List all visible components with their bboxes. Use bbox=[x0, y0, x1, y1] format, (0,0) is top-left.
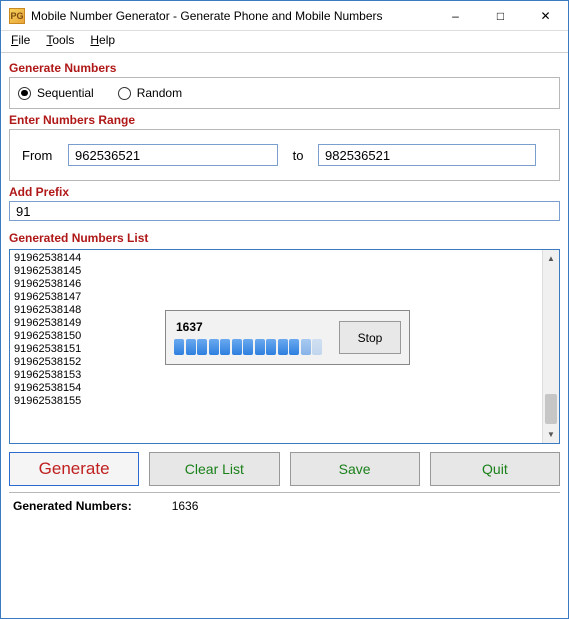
stop-button[interactable]: Stop bbox=[339, 321, 401, 354]
scroll-up-icon[interactable]: ▲ bbox=[543, 250, 559, 267]
section-list-title: Generated Numbers List bbox=[9, 227, 560, 247]
status-row: Generated Numbers: 1636 bbox=[9, 492, 560, 517]
radio-sequential-label: Sequential bbox=[37, 86, 94, 100]
window-controls: – □ ✕ bbox=[433, 1, 568, 30]
radio-row: Sequential Random bbox=[18, 86, 551, 100]
app-icon: PG bbox=[9, 8, 25, 24]
section-generate-title: Generate Numbers bbox=[9, 57, 560, 77]
status-label: Generated Numbers: bbox=[13, 499, 132, 513]
range-panel: From to bbox=[9, 129, 560, 181]
scrollbar[interactable]: ▲ ▼ bbox=[542, 250, 559, 443]
prefix-input[interactable] bbox=[9, 201, 560, 221]
window-title: Mobile Number Generator - Generate Phone… bbox=[31, 9, 433, 23]
progress-dialog: 1637 Stop bbox=[165, 310, 410, 365]
menu-tools[interactable]: Tools bbox=[46, 33, 74, 52]
section-prefix-title: Add Prefix bbox=[9, 181, 560, 201]
titlebar: PG Mobile Number Generator - Generate Ph… bbox=[1, 1, 568, 31]
progress-count: 1637 bbox=[176, 320, 331, 334]
from-label: From bbox=[22, 148, 58, 163]
save-button[interactable]: Save bbox=[290, 452, 420, 486]
radio-sequential[interactable]: Sequential bbox=[18, 86, 94, 100]
from-input[interactable] bbox=[68, 144, 278, 166]
menu-help[interactable]: Help bbox=[90, 33, 115, 52]
generate-panel: Sequential Random bbox=[9, 77, 560, 109]
to-label: to bbox=[288, 148, 308, 163]
scroll-down-icon[interactable]: ▼ bbox=[543, 426, 559, 443]
content: Generate Numbers Sequential Random Enter… bbox=[1, 53, 568, 517]
close-button[interactable]: ✕ bbox=[523, 1, 568, 30]
to-input[interactable] bbox=[318, 144, 536, 166]
generate-button[interactable]: Generate bbox=[9, 452, 139, 486]
radio-random[interactable]: Random bbox=[118, 86, 182, 100]
scroll-thumb[interactable] bbox=[545, 394, 557, 424]
list-area: 91962538144 91962538145 91962538146 9196… bbox=[9, 249, 560, 444]
radio-random-dot bbox=[118, 87, 131, 100]
radio-sequential-dot bbox=[18, 87, 31, 100]
minimize-button[interactable]: – bbox=[433, 1, 478, 30]
quit-button[interactable]: Quit bbox=[430, 452, 560, 486]
button-row: Generate Clear List Save Quit bbox=[9, 444, 560, 492]
status-value: 1636 bbox=[172, 499, 199, 513]
menubar: File Tools Help bbox=[1, 31, 568, 53]
menu-file[interactable]: File bbox=[11, 33, 30, 52]
clear-list-button[interactable]: Clear List bbox=[149, 452, 279, 486]
section-range-title: Enter Numbers Range bbox=[9, 109, 560, 129]
progress-bar bbox=[174, 337, 331, 355]
maximize-button[interactable]: □ bbox=[478, 1, 523, 30]
radio-random-label: Random bbox=[137, 86, 182, 100]
